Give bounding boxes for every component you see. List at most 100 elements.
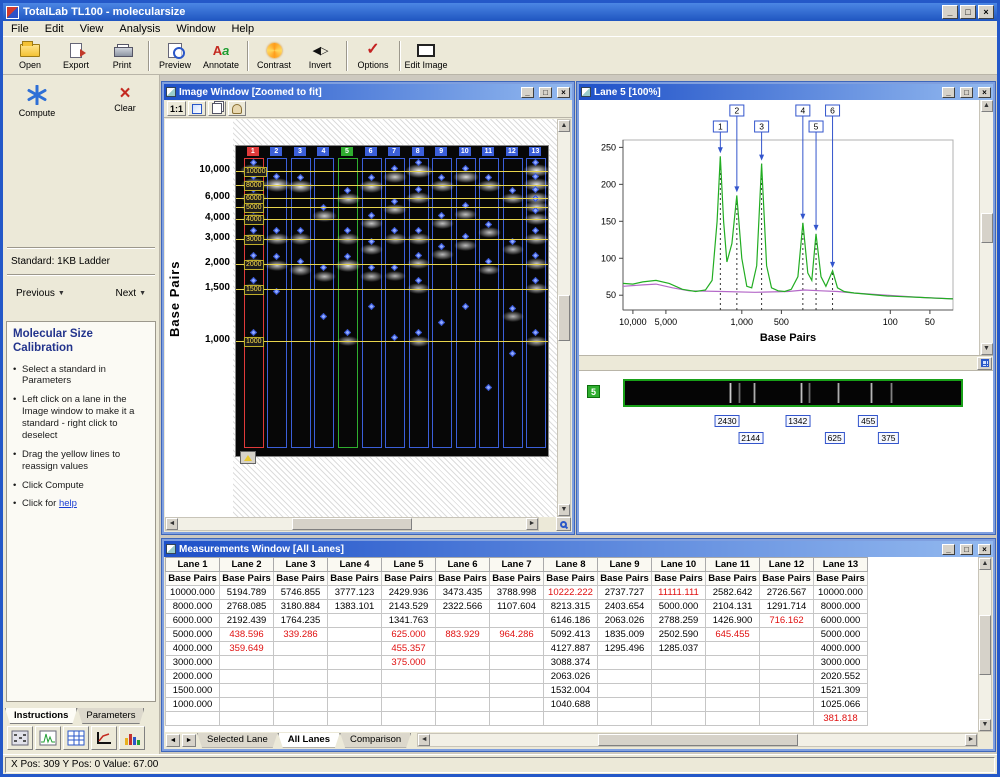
restore-button[interactable]: □ (539, 87, 552, 98)
grid-view-button[interactable] (977, 357, 992, 370)
lane-7-chip[interactable]: 7 (388, 147, 400, 156)
lane-9-chip[interactable]: 9 (435, 147, 447, 156)
tab-comparison[interactable]: Comparison (340, 733, 411, 748)
print-button[interactable]: Print (99, 38, 145, 73)
image-canvas[interactable]: Base Pairs 10,0006,0004,0003,0002,0001,5… (165, 119, 557, 517)
tab-scroll-right-icon[interactable]: ► (182, 734, 196, 747)
compute-button[interactable]: Compute (11, 85, 63, 118)
close-button[interactable]: × (978, 544, 991, 555)
scroll-down-icon[interactable]: ▼ (979, 719, 991, 731)
lane-4-chip[interactable]: 4 (317, 147, 329, 156)
menu-help[interactable]: Help (223, 22, 262, 36)
gel-lane-3[interactable] (291, 158, 311, 448)
calibration-line[interactable] (236, 198, 548, 199)
annotate-button[interactable]: Aa Annotate (198, 38, 244, 73)
clear-button[interactable]: × Clear (99, 85, 151, 113)
tab-scroll-left-icon[interactable]: ◄ (166, 734, 180, 747)
histogram-view-button[interactable] (119, 726, 145, 750)
tab-instructions[interactable]: Instructions (5, 708, 77, 724)
scroll-right-icon[interactable]: ► (526, 518, 538, 530)
close-button[interactable]: × (978, 5, 994, 19)
lane-strip-image[interactable] (623, 379, 963, 407)
lane-anchor-icon[interactable] (240, 451, 256, 464)
lane-2-chip[interactable]: 2 (270, 147, 282, 156)
menu-analysis[interactable]: Analysis (111, 22, 168, 36)
actual-size-button[interactable]: 1:1 (167, 101, 186, 116)
pan-button[interactable] (228, 101, 246, 116)
previous-button[interactable]: Previous ▼ (9, 285, 72, 302)
gel-lane-11[interactable] (479, 158, 499, 448)
menu-edit[interactable]: Edit (37, 22, 72, 36)
minimize-button[interactable]: _ (942, 87, 955, 98)
close-button[interactable]: × (557, 87, 570, 98)
edit-image-button[interactable]: Edit Image (403, 38, 449, 73)
calibration-line[interactable] (236, 219, 548, 220)
lane-8-chip[interactable]: 8 (412, 147, 424, 156)
scroll-down-icon[interactable]: ▼ (981, 343, 993, 355)
lane-6-chip[interactable]: 6 (365, 147, 377, 156)
tab-parameters[interactable]: Parameters (77, 708, 144, 724)
scrollbar-thumb[interactable] (979, 615, 991, 675)
title-bar[interactable]: TotalLab TL100 - molecularsize _ □ × (3, 3, 997, 21)
contrast-button[interactable]: Contrast (251, 38, 297, 73)
preview-button[interactable]: Preview (152, 38, 198, 73)
prof-view-button[interactable] (35, 726, 61, 750)
minimize-button[interactable]: _ (521, 87, 534, 98)
menu-window[interactable]: Window (168, 22, 223, 36)
lane-11-chip[interactable]: 11 (482, 147, 494, 156)
calibration-line[interactable] (236, 264, 548, 265)
scroll-down-icon[interactable]: ▼ (558, 504, 570, 516)
scroll-up-icon[interactable]: ▲ (979, 558, 991, 570)
lane-3-chip[interactable]: 3 (294, 147, 306, 156)
scrollbar-thumb[interactable] (598, 734, 798, 746)
menu-view[interactable]: View (72, 22, 112, 36)
options-button[interactable]: ✓ Options (350, 38, 396, 73)
lane-12-chip[interactable]: 12 (506, 147, 518, 156)
next-button[interactable]: Next ▼ (109, 285, 154, 302)
vertical-scrollbar[interactable]: ▲ ▼ (978, 557, 992, 732)
horizontal-scrollbar[interactable]: ◄ ► (417, 733, 978, 747)
gel-lane-9[interactable] (432, 158, 452, 448)
invert-button[interactable]: ◀▷ Invert (297, 38, 343, 73)
scroll-left-icon[interactable]: ◄ (418, 734, 430, 746)
vertical-scrollbar[interactable]: ▲ ▼ (557, 119, 571, 517)
maximize-button[interactable]: □ (960, 5, 976, 19)
scroll-up-icon[interactable]: ▲ (981, 100, 993, 112)
pane-splitter[interactable] (579, 356, 993, 371)
lane-1-chip[interactable]: 1 (247, 147, 259, 156)
open-button[interactable]: Open (7, 38, 53, 73)
calibration-line[interactable] (236, 341, 548, 342)
copy-button[interactable] (208, 101, 226, 116)
calibration-line[interactable] (236, 207, 548, 208)
table-view-button[interactable] (63, 726, 89, 750)
calibration-line[interactable] (236, 239, 548, 240)
minimize-button[interactable]: _ (942, 5, 958, 19)
calibration-line[interactable] (236, 185, 548, 186)
vertical-scrollbar[interactable]: ▲ ▼ (979, 100, 993, 355)
lane-10-chip[interactable]: 10 (459, 147, 471, 156)
gel-lane-2[interactable] (267, 158, 287, 448)
minimize-button[interactable]: _ (942, 544, 955, 555)
calibration-view-button[interactable] (91, 726, 117, 750)
zoom-fit-button[interactable] (188, 101, 206, 116)
menu-file[interactable]: File (3, 22, 37, 36)
lane-5-chip[interactable]: 5 (341, 147, 353, 156)
scrollbar-thumb[interactable] (981, 213, 993, 243)
scroll-up-icon[interactable]: ▲ (558, 120, 570, 132)
calibration-line[interactable] (236, 171, 548, 172)
calibration-line[interactable] (236, 289, 548, 290)
magnifier-button[interactable] (556, 517, 571, 531)
close-button[interactable]: × (978, 87, 991, 98)
lane-window-titlebar[interactable]: Lane 5 [100%] _ □ × (579, 84, 993, 100)
lane-13-chip[interactable]: 13 (529, 147, 541, 156)
tab-all-lanes[interactable]: All Lanes (278, 733, 340, 748)
horizontal-scrollbar[interactable]: ◄ ► (165, 517, 539, 531)
measurements-window-titlebar[interactable]: Measurements Window [All Lanes] _ □ × (164, 541, 993, 557)
scrollbar-thumb[interactable] (558, 295, 570, 341)
scrollbar-thumb[interactable] (292, 518, 412, 530)
help-link[interactable]: help (59, 498, 77, 509)
restore-button[interactable]: □ (960, 544, 973, 555)
scroll-right-icon[interactable]: ► (965, 734, 977, 746)
gel-image[interactable]: 1234567891011121310000800060005000400030… (235, 145, 549, 457)
scroll-left-icon[interactable]: ◄ (166, 518, 178, 530)
